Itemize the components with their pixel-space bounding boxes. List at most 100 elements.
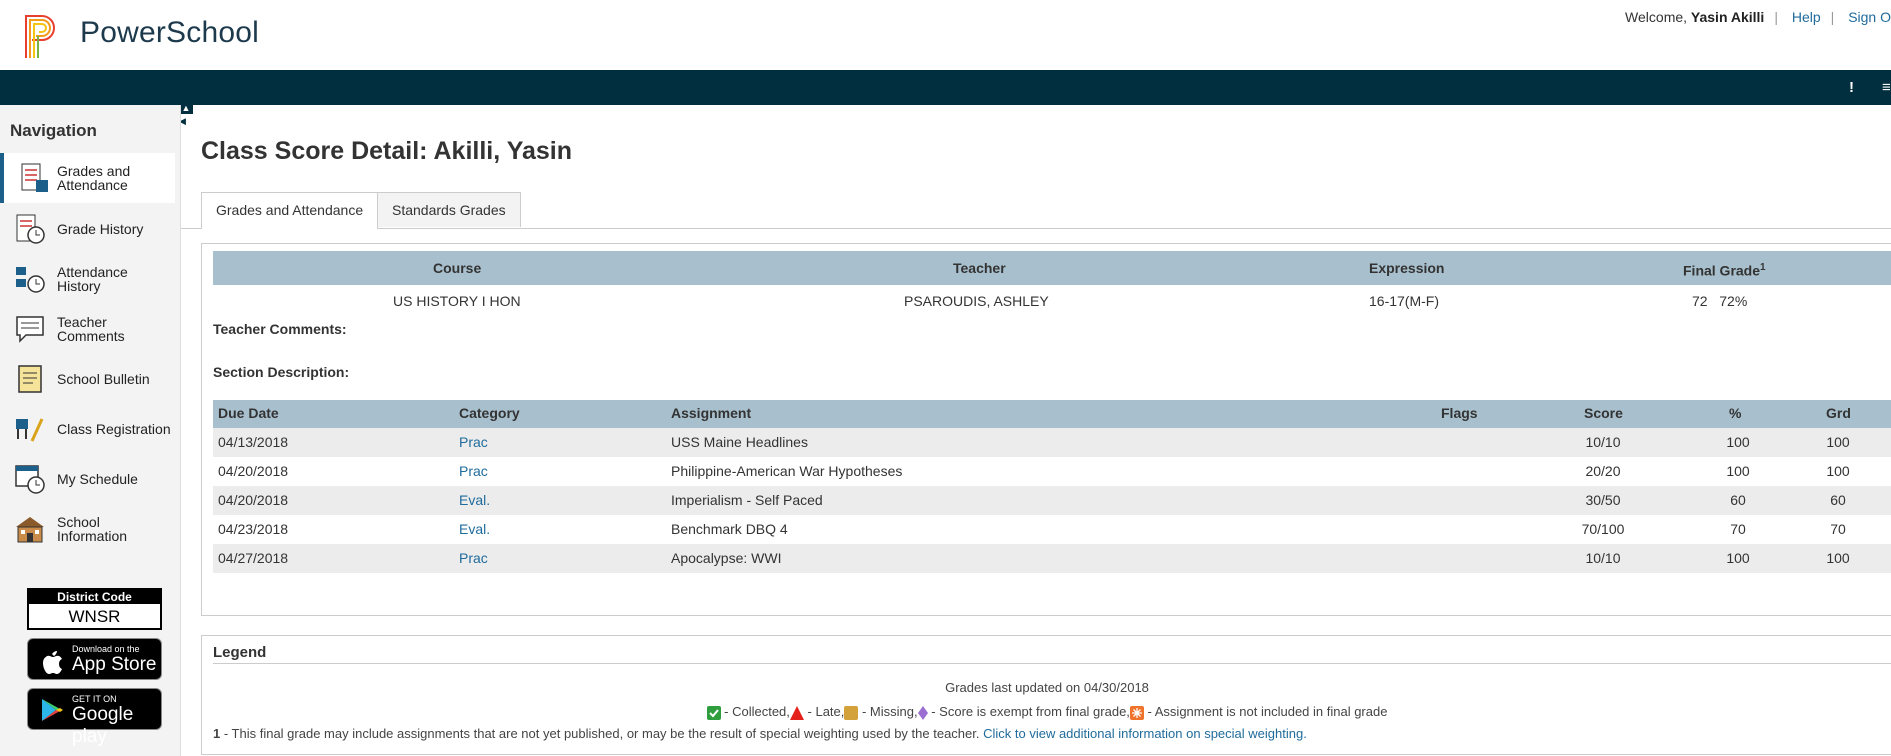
tab-standards-grades[interactable]: Standards Grades [377,192,521,227]
legend-divider [213,663,1891,664]
user-name: Yasin Akilli [1690,9,1765,25]
google-play-big-text: Google play [72,704,134,747]
teacher-comments-label: Teacher Comments: [213,321,347,337]
row-percent: 100 [1726,463,1750,479]
tab-grades-attendance[interactable]: Grades and Attendance [201,192,379,229]
table-row: 04/13/2018 Prac USS Maine Headlines 10/1… [213,428,1891,457]
google-play-badge[interactable]: GET IT ON Google play [27,688,162,747]
collected-text: - Collected, [720,704,790,719]
top-header: PowerSchool Welcome, Yasin Akilli | Help |… [0,0,1891,70]
row-percent: 60 [1730,492,1746,508]
tab-bar: Grades and Attendance Standards Grades [181,192,1891,229]
score-header: Score [1584,405,1623,421]
row-date: 04/27/2018 [218,550,289,566]
final-grade-value[interactable]: 72 72% [1692,293,1747,309]
row-category[interactable]: Prac [459,457,488,486]
flags-header: Flags [1441,405,1478,421]
sidebar-item-school-bulletin[interactable]: School Bulletin [0,354,175,404]
exempt-icon [917,705,928,720]
row-score: 30/50 [1585,492,1621,508]
app-store-badge[interactable]: Download on the App Store [27,638,162,680]
final-grade-note: 1 - This final grade may include assignm… [213,726,1307,741]
row-assignment: Apocalypse: WWI [671,550,782,566]
row-assignment: USS Maine Headlines [671,434,808,450]
grades-updated-text: Grades last updated on 04/30/2018 [945,680,1149,695]
row-category[interactable]: Prac [459,428,488,457]
row-date: 04/23/2018 [218,521,289,537]
expression-value: 16-17(M-F) [1369,293,1440,309]
table-row: 04/20/2018 Eval. Imperialism - Self Pace… [213,486,1891,515]
class-detail-panel: Course Teacher Expression Final Grade1 U… [201,243,1891,616]
row-grade: 60 [1830,492,1846,508]
row-percent: 100 [1726,550,1750,566]
row-score: 10/10 [1585,434,1621,450]
row-percent: 70 [1730,521,1746,537]
google-play-small-text: GET IT ON [72,694,117,704]
sidebar-item-label: Class Registration [57,421,171,437]
legend-icons-row: - Collected, - Late, - Missing, - Score … [202,704,1891,720]
row-category[interactable]: Prac [459,544,488,573]
sidebar-item-label: My Schedule [57,471,138,487]
missing-icon [844,705,859,720]
brand-name: PowerSchool [80,16,259,49]
menu-icon[interactable]: ≡ [1882,79,1891,96]
final-grade-header: Final Grade1 [1683,251,1766,288]
row-grade: 70 [1830,521,1846,537]
grade-history-icon [16,214,45,244]
special-weighting-link[interactable]: Click to view additional information on … [983,726,1307,741]
app-store-small-text: Download on the [72,644,140,654]
row-category[interactable]: Eval. [459,486,490,515]
navigation-heading: Navigation [10,121,97,140]
row-percent: 100 [1726,434,1750,450]
assignment-header-row: Due Date Category Assignment Flags Score… [213,400,1891,428]
row-date: 04/13/2018 [218,434,289,450]
not-included-text: - Assignment is not included in final gr… [1143,704,1388,719]
final-grade-header-text: Final Grade [1683,262,1761,279]
summary-header-row: Course Teacher Expression Final Grade1 [213,251,1891,285]
row-grade: 100 [1826,434,1850,450]
late-icon [789,705,804,720]
section-description-label: Section Description: [213,364,350,380]
notification-icon[interactable]: ! [1849,79,1854,96]
grade-header: Grd [1826,405,1851,421]
row-grade: 100 [1826,463,1850,479]
sidebar-item-attendance-history[interactable]: Attendance History [0,254,175,304]
district-code-value: WNSR [68,607,121,626]
row-score: 20/20 [1585,463,1621,479]
teacher-comments-icon [16,316,44,343]
sidebar-item-my-schedule[interactable]: My Schedule [0,454,175,504]
teacher-value: PSAROUDIS, ASHLEY [904,293,1049,309]
assignment-header: Assignment [671,405,752,421]
powerschool-logo-icon [25,15,55,58]
class-registration-icon [16,418,44,442]
sign-out-link[interactable]: Sign O [1848,9,1891,25]
user-bar: Welcome, Yasin Akilli | Help | Sign O [1625,9,1891,25]
row-score: 10/10 [1585,550,1621,566]
teacher-header: Teacher [953,260,1006,276]
sidebar-item-label: School Information [57,514,128,544]
school-info-icon [16,517,44,543]
sidebar-item-label: Teacher Comments [57,314,125,344]
sidebar-item-teacher-comments[interactable]: Teacher Comments [0,304,175,354]
row-category[interactable]: Eval. [459,515,490,544]
final-grade-footnote-mark: 1 [1760,262,1766,273]
top-navbar: ! ≡ [0,70,1891,105]
late-text: - Late, [803,704,845,719]
row-date: 04/20/2018 [218,463,289,479]
table-row: 04/23/2018 Eval. Benchmark DBQ 4 70/100 … [213,515,1891,544]
sidebar-item-grades-attendance[interactable]: Grades and Attendance [0,153,175,203]
attendance-history-icon [16,267,45,293]
sidebar-item-class-registration[interactable]: Class Registration [0,404,175,454]
sidebar-item-label: School Bulletin [57,371,150,387]
help-link[interactable]: Help [1792,9,1821,25]
row-grade: 100 [1826,550,1850,566]
sidebar-item-grade-history[interactable]: Grade History [0,204,175,254]
grades-icon [21,163,48,192]
row-score: 70/100 [1581,521,1625,537]
course-value: US HISTORY I HON [393,293,521,309]
note-text: - This final grade may include assignmen… [220,726,984,741]
sidebar-item-school-information[interactable]: School Information [0,504,175,554]
district-code-label: District Code [29,590,160,604]
percent-header: % [1729,405,1742,421]
schedule-icon [15,465,45,494]
